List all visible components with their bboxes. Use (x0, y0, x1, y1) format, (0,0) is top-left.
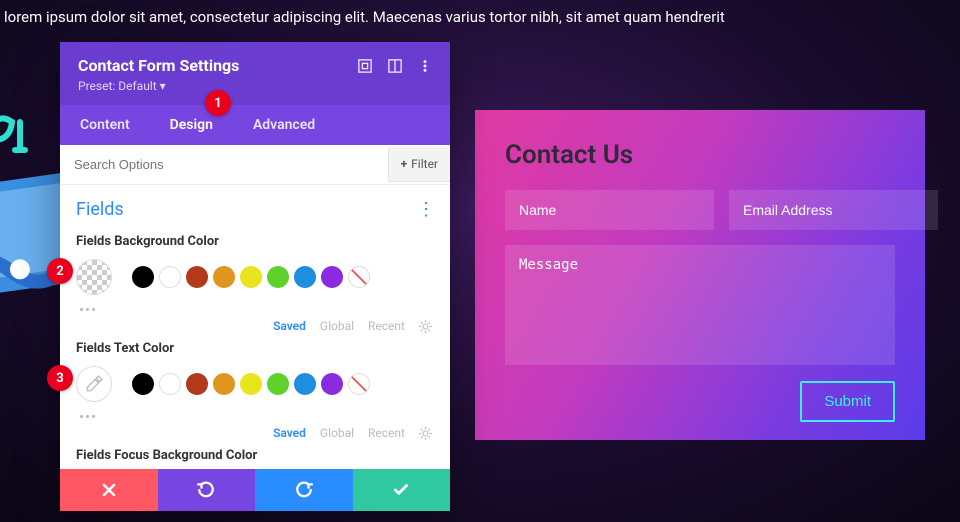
swatch-blue[interactable] (294, 373, 316, 395)
swatch-white[interactable] (159, 266, 181, 288)
redo-button[interactable] (255, 469, 353, 511)
swatch-yellow[interactable] (240, 266, 262, 288)
preset-label[interactable]: Preset: Default ▾ (78, 79, 432, 93)
layout-icon[interactable] (388, 59, 402, 73)
palette-gear-icon[interactable] (419, 320, 432, 333)
check-icon (392, 481, 410, 499)
palette-tab-saved[interactable]: Saved (273, 426, 306, 440)
swatch-purple[interactable] (321, 373, 343, 395)
annotation-badge-2: 2 (47, 258, 73, 284)
search-row: + Filter (60, 145, 450, 185)
undo-button[interactable] (158, 469, 256, 511)
tab-content[interactable]: Content (60, 105, 150, 145)
search-input[interactable] (74, 145, 388, 184)
swatch-purple[interactable] (321, 266, 343, 288)
close-icon (101, 482, 117, 498)
contact-form-preview: Contact Us Submit (475, 110, 925, 440)
swatch-none[interactable] (348, 266, 370, 288)
fields-text-color-swatches (76, 366, 434, 402)
swatch-green[interactable] (267, 266, 289, 288)
panel-body: Fields ⋮ Fields Background Color ••• Sav… (60, 185, 450, 469)
email-field[interactable] (729, 190, 938, 230)
kebab-menu-icon[interactable] (418, 59, 432, 73)
background-lorem-text: lorem ipsum dolor sit amet, consectetur … (0, 6, 960, 29)
swatch-yellow[interactable] (240, 373, 262, 395)
palette-tab-global[interactable]: Global (320, 319, 354, 333)
fields-text-color-label: Fields Text Color (76, 341, 434, 356)
swatch-orange[interactable] (213, 373, 235, 395)
message-field[interactable] (505, 245, 895, 365)
name-field[interactable] (505, 190, 714, 230)
eyedropper-icon (85, 375, 103, 393)
swatch-none[interactable] (348, 373, 370, 395)
palette-gear-icon[interactable] (419, 427, 432, 440)
expand-icon[interactable] (358, 59, 372, 73)
save-button[interactable] (353, 469, 451, 511)
swatch-white[interactable] (159, 373, 181, 395)
close-button[interactable] (60, 469, 158, 511)
palette-tab-recent[interactable]: Recent (368, 319, 405, 333)
swatch-black[interactable] (132, 373, 154, 395)
fields-bg-color-swatches (76, 259, 434, 295)
contact-form-title: Contact Us (505, 140, 895, 170)
tab-advanced[interactable]: Advanced (233, 105, 335, 145)
redo-icon (295, 481, 313, 499)
palette-tab-global[interactable]: Global (320, 426, 354, 440)
palette-tab-recent[interactable]: Recent (368, 426, 405, 440)
swatch-blue[interactable] (294, 266, 316, 288)
fields-bg-current-swatch[interactable] (76, 259, 112, 295)
panel-header[interactable]: Contact Form Settings Preset: Default ▾ (60, 42, 450, 105)
annotation-badge-3: 3 (47, 365, 73, 391)
filter-button[interactable]: + Filter (388, 147, 450, 182)
section-menu-icon[interactable]: ⋮ (417, 199, 434, 220)
swatch-more-dots[interactable]: ••• (79, 301, 434, 319)
settings-panel: Contact Form Settings Preset: Default ▾ … (60, 42, 450, 511)
submit-button[interactable]: Submit (800, 381, 895, 422)
section-fields-title[interactable]: Fields (76, 199, 124, 220)
fields-bg-color-label: Fields Background Color (76, 234, 434, 249)
swatch-orange[interactable] (213, 266, 235, 288)
swatch-brown[interactable] (186, 373, 208, 395)
undo-icon (197, 481, 215, 499)
fields-text-current-swatch[interactable] (76, 366, 112, 402)
swatch-black[interactable] (132, 266, 154, 288)
swatch-brown[interactable] (186, 266, 208, 288)
annotation-badge-1: 1 (205, 90, 231, 116)
swatch-more-dots[interactable]: ••• (79, 408, 434, 426)
fields-focus-bg-label: Fields Focus Background Color (76, 448, 434, 463)
swatch-green[interactable] (267, 373, 289, 395)
tabs: Content Design Advanced (60, 105, 450, 145)
palette-tab-saved[interactable]: Saved (273, 319, 306, 333)
panel-title: Contact Form Settings (78, 56, 358, 75)
panel-footer (60, 469, 450, 511)
